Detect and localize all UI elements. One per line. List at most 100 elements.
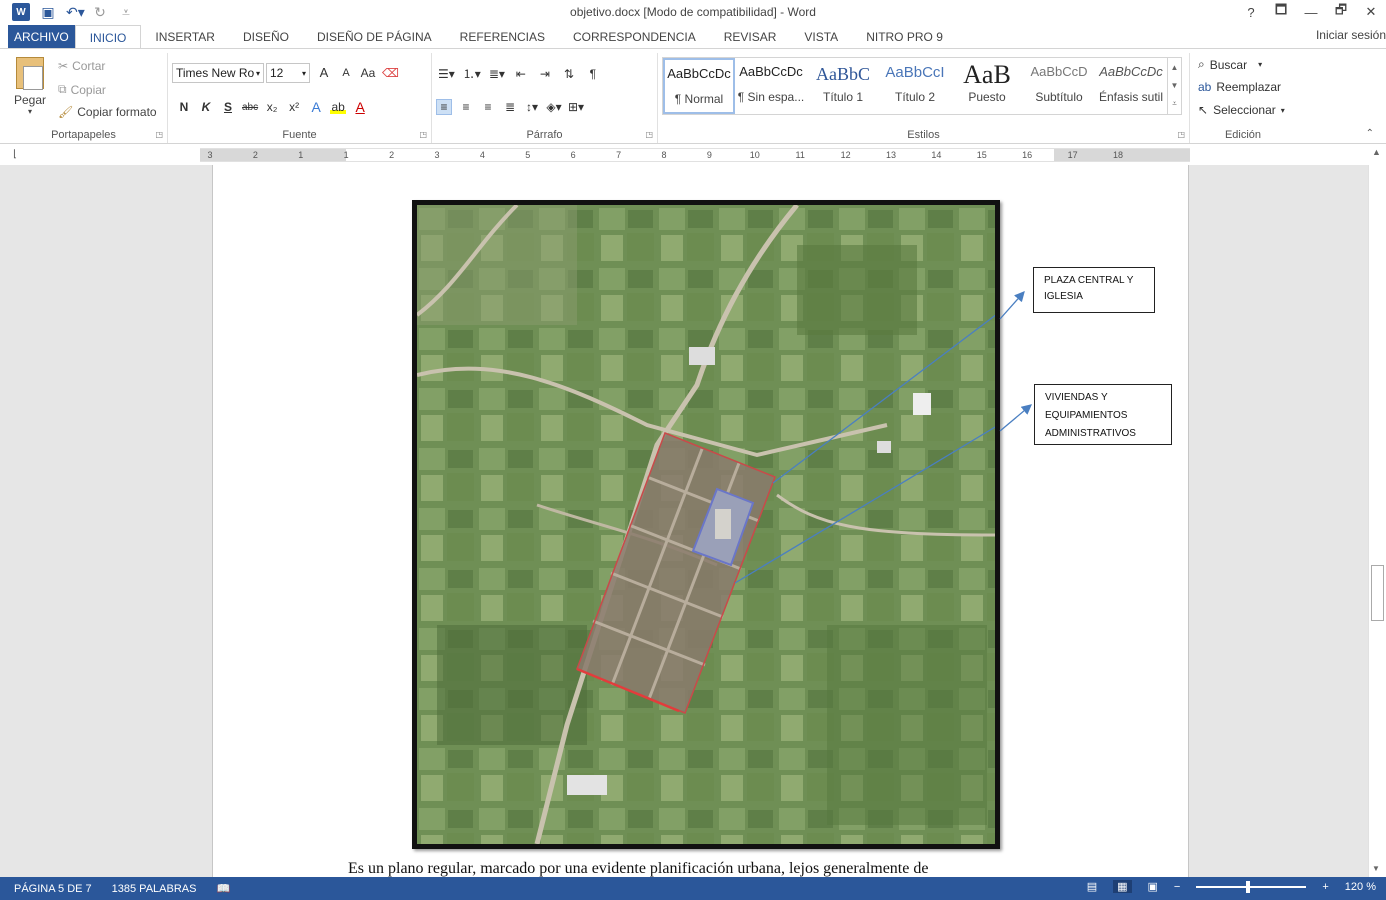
scroll-up-icon[interactable]: ▲ (1372, 147, 1381, 157)
strikethrough-button[interactable]: abc (242, 102, 258, 113)
format-painter-button[interactable]: 🖌 Copiar formato (58, 105, 157, 119)
ruler-tick: 11 (795, 150, 805, 160)
zoom-slider[interactable] (1196, 880, 1307, 893)
chevron-down-icon[interactable]: ▼ (1171, 81, 1179, 90)
style-subtitle[interactable]: AaBbCcD Subtítulo (1023, 58, 1095, 114)
tab-correspondencia[interactable]: CORRESPONDENCIA (559, 25, 710, 49)
style-no-spacing[interactable]: AaBbCcDc ¶ Sin espa... (735, 58, 807, 114)
ribbon-display-button[interactable]: 🗖 (1266, 0, 1296, 24)
chevron-down-icon: ▾ (301, 68, 306, 78)
line-spacing-icon[interactable]: ↕▾ (524, 100, 540, 114)
tab-archivo[interactable]: ARCHIVO (8, 25, 75, 49)
tab-referencias[interactable]: REFERENCIAS (446, 25, 559, 49)
chevron-down-icon: ▾ (255, 68, 260, 78)
page-indicator[interactable]: PÁGINA 5 DE 7 (14, 883, 92, 895)
ruler-tick: 1 (343, 150, 349, 160)
proofing-icon[interactable]: 📖 (216, 882, 230, 895)
body-paragraph[interactable]: Es un plano regular, marcado por una evi… (348, 860, 928, 877)
style-title[interactable]: AaB Puesto (951, 58, 1023, 114)
read-mode-icon[interactable]: ▤ (1087, 880, 1097, 893)
bullets-icon[interactable]: ☰▾ (438, 67, 455, 81)
chevron-down-icon: ▾ (1258, 60, 1263, 69)
help-button[interactable]: ? (1236, 0, 1266, 24)
select-button[interactable]: ↖ Seleccionar ▾ (1198, 103, 1285, 117)
style-subtle-emphasis[interactable]: AaBbCcDc Énfasis sutil (1095, 58, 1167, 114)
text-effects-button[interactable]: A (308, 99, 324, 115)
font-color-button[interactable]: A (352, 99, 368, 115)
ruler-tick: 10 (749, 150, 760, 160)
copy-button[interactable]: ⧉ Copiar (58, 82, 106, 97)
ruler-tick: 12 (840, 150, 851, 160)
increase-indent-icon[interactable]: ⇥ (537, 67, 553, 81)
web-layout-icon[interactable]: ▣ (1148, 880, 1158, 893)
superscript-button[interactable]: x² (286, 100, 302, 114)
callout-arrows (999, 291, 1032, 432)
underline-button[interactable]: S (220, 100, 236, 114)
style-heading-1[interactable]: AaBbC Título 1 (807, 58, 879, 114)
decrease-indent-icon[interactable]: ⇤ (513, 67, 529, 81)
restore-button[interactable]: 🗗 (1326, 0, 1356, 24)
tab-inicio[interactable]: INICIO (74, 25, 142, 49)
zoom-out-icon[interactable]: − (1174, 881, 1180, 893)
vertical-scrollbar[interactable]: ▼ (1368, 165, 1386, 877)
replace-button[interactable]: ab Reemplazar (1198, 80, 1281, 94)
tab-diseno-pagina[interactable]: DISEÑO DE PÁGINA (303, 25, 446, 49)
word-count[interactable]: 1385 PALABRAS (112, 883, 197, 895)
multilevel-icon[interactable]: ≣▾ (489, 67, 505, 81)
dialog-launcher-icon[interactable]: ◳ (645, 130, 653, 139)
paragraph-label: Párrafo (526, 129, 563, 141)
close-button[interactable]: ✕ (1356, 0, 1386, 24)
tab-vista[interactable]: VISTA (790, 25, 852, 49)
collapse-ribbon-icon[interactable]: ⌃ (1366, 128, 1374, 139)
highlight-icon[interactable]: ab (330, 100, 347, 114)
ruler-track[interactable]: 3 2 1 1 2 3 4 5 6 7 8 9 10 11 12 13 14 15 16 17 18 (200, 148, 1190, 162)
styles-gallery-scroll[interactable]: ▲ ▼ ⩡ (1168, 57, 1182, 115)
dialog-launcher-icon[interactable]: ◳ (155, 130, 163, 139)
zoom-in-icon[interactable]: + (1322, 881, 1328, 893)
align-right-icon[interactable]: ≡ (480, 100, 496, 114)
show-marks-button[interactable]: ¶ (585, 67, 601, 81)
tab-nitro[interactable]: NITRO PRO 9 (852, 25, 957, 49)
justify-icon[interactable]: ≣ (502, 100, 518, 114)
cut-button[interactable]: ✂ Cortar (58, 59, 105, 73)
clear-format-icon[interactable]: ⌫ (382, 66, 399, 80)
more-icon[interactable]: ⩡ (1172, 99, 1177, 109)
dialog-launcher-icon[interactable]: ◳ (419, 130, 427, 139)
grow-font-button[interactable]: A (316, 65, 332, 80)
change-case-button[interactable]: Aa (360, 66, 376, 80)
numbering-icon[interactable]: ⒈▾ (463, 65, 481, 82)
subscript-button[interactable]: x₂ (264, 100, 280, 114)
find-button[interactable]: ⌕ Buscar ▾ (1198, 57, 1262, 72)
chevron-down-icon: ▾ (27, 107, 32, 116)
sign-in-link[interactable]: Iniciar sesión (1316, 28, 1386, 42)
minimize-button[interactable]: — (1296, 0, 1326, 24)
zoom-level[interactable]: 120 % (1345, 881, 1376, 893)
shrink-font-button[interactable]: A (338, 67, 354, 79)
tab-diseno[interactable]: DISEÑO (229, 25, 303, 49)
paste-button[interactable]: Pegar ▾ (10, 57, 50, 116)
bold-button[interactable]: N (176, 100, 192, 114)
scroll-down-icon[interactable]: ▼ (1372, 864, 1380, 873)
tab-insertar[interactable]: INSERTAR (141, 25, 229, 49)
dialog-launcher-icon[interactable]: ◳ (1177, 130, 1185, 139)
sort-icon[interactable]: ⇅ (561, 67, 577, 81)
font-name-select[interactable]: Times New Ro ▾ (172, 63, 264, 83)
chevron-up-icon[interactable]: ▲ (1171, 63, 1179, 72)
italic-button[interactable]: K (198, 100, 214, 114)
print-layout-icon[interactable]: ▦ (1113, 880, 1132, 893)
tab-revisar[interactable]: REVISAR (710, 25, 791, 49)
scroll-thumb[interactable] (1371, 565, 1384, 621)
ruler-tick: 7 (616, 150, 622, 160)
tab-selector-icon[interactable]: ⌊ (13, 149, 17, 160)
ruler-tick: 13 (885, 150, 897, 160)
cursor-icon: ↖ (1198, 103, 1209, 117)
align-left-icon[interactable]: ≡ (436, 99, 452, 115)
align-center-icon[interactable]: ≡ (458, 100, 474, 114)
font-size-select[interactable]: 12 ▾ (266, 63, 310, 83)
clipboard-label: Portapapeles (51, 129, 116, 141)
style-normal[interactable]: AaBbCcDc ¶ Normal (663, 58, 735, 114)
borders-icon[interactable]: ⊞▾ (568, 100, 584, 114)
document-page[interactable]: PLAZA CENTRAL Y IGLESIA VIVIENDAS Y EQUI… (212, 165, 1189, 877)
shading-icon[interactable]: ◈▾ (546, 100, 562, 114)
style-heading-2[interactable]: AaBbCcI Título 2 (879, 58, 951, 114)
